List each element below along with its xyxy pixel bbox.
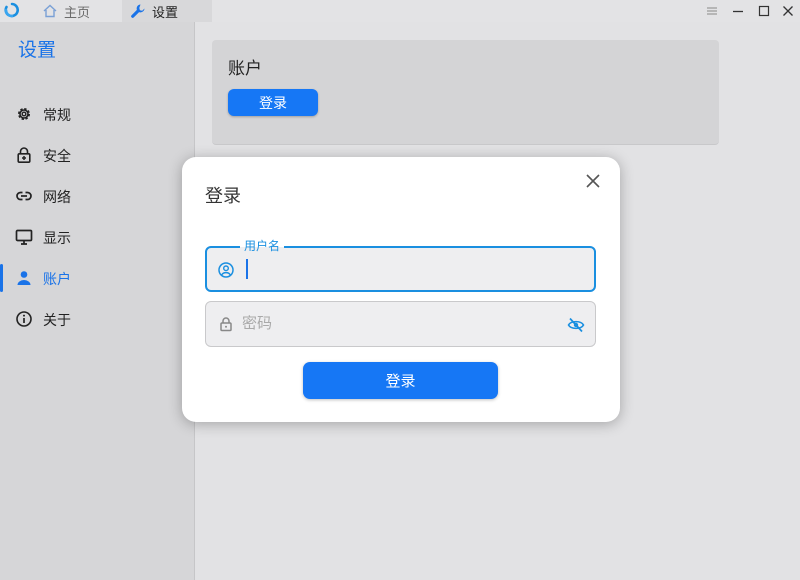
sidebar-item-display[interactable]: 显示 [0, 222, 194, 252]
sidebar-item-network[interactable]: 网络 [0, 181, 194, 211]
username-input[interactable] [243, 256, 543, 282]
active-indicator [0, 264, 3, 292]
sidebar-item-label: 常规 [43, 108, 71, 124]
login-dialog: 登录 用户名 登录 [182, 157, 620, 422]
sidebar-title: 设置 [18, 39, 57, 61]
sidebar-item-label: 显示 [43, 231, 71, 247]
minimize-icon[interactable] [729, 2, 747, 20]
account-login-button[interactable]: 登录 [228, 89, 318, 116]
sidebar-item-label: 关于 [43, 313, 71, 329]
eye-off-icon[interactable] [566, 315, 586, 335]
sidebar-item-security[interactable]: 安全 [0, 140, 194, 170]
dialog-title: 登录 [205, 186, 241, 207]
account-card-title: 账户 [228, 59, 262, 79]
tab-settings-label: 设置 [152, 5, 179, 21]
account-card: 账户 登录 [212, 40, 719, 145]
lock-icon [217, 315, 235, 333]
login-submit-button[interactable]: 登录 [303, 362, 498, 399]
password-field [205, 301, 596, 347]
monitor-icon [15, 228, 33, 246]
dialog-close-icon[interactable] [582, 170, 604, 192]
tab-settings[interactable]: 设置 [122, 0, 212, 22]
sidebar: 设置 常规 安全 网络 显示 账户 关于 [0, 22, 195, 580]
sidebar-item-general[interactable]: 常规 [0, 99, 194, 129]
app-logo-icon [4, 2, 20, 18]
tab-home[interactable]: 主页 [34, 0, 116, 22]
sidebar-item-about[interactable]: 关于 [0, 304, 194, 334]
user-circle-icon [217, 261, 235, 279]
tab-home-label: 主页 [64, 5, 91, 21]
info-icon [15, 310, 33, 328]
sidebar-item-account[interactable]: 账户 [0, 263, 194, 293]
username-field: 用户名 [205, 238, 596, 292]
link-icon [15, 187, 33, 205]
sidebar-item-label: 网络 [43, 190, 71, 206]
gear-icon [15, 105, 33, 123]
person-icon [15, 269, 33, 287]
text-caret [246, 259, 248, 279]
maximize-icon[interactable] [755, 2, 773, 20]
sidebar-item-label: 安全 [43, 149, 71, 165]
close-icon[interactable] [779, 2, 797, 20]
menu-icon[interactable] [703, 2, 721, 20]
password-input[interactable] [242, 310, 542, 336]
title-bar: 主页 设置 [0, 0, 800, 22]
home-icon [42, 3, 58, 19]
wrench-icon [130, 3, 146, 19]
sidebar-item-label: 账户 [43, 272, 71, 288]
lock-plus-icon [15, 146, 33, 164]
username-label: 用户名 [240, 238, 285, 254]
